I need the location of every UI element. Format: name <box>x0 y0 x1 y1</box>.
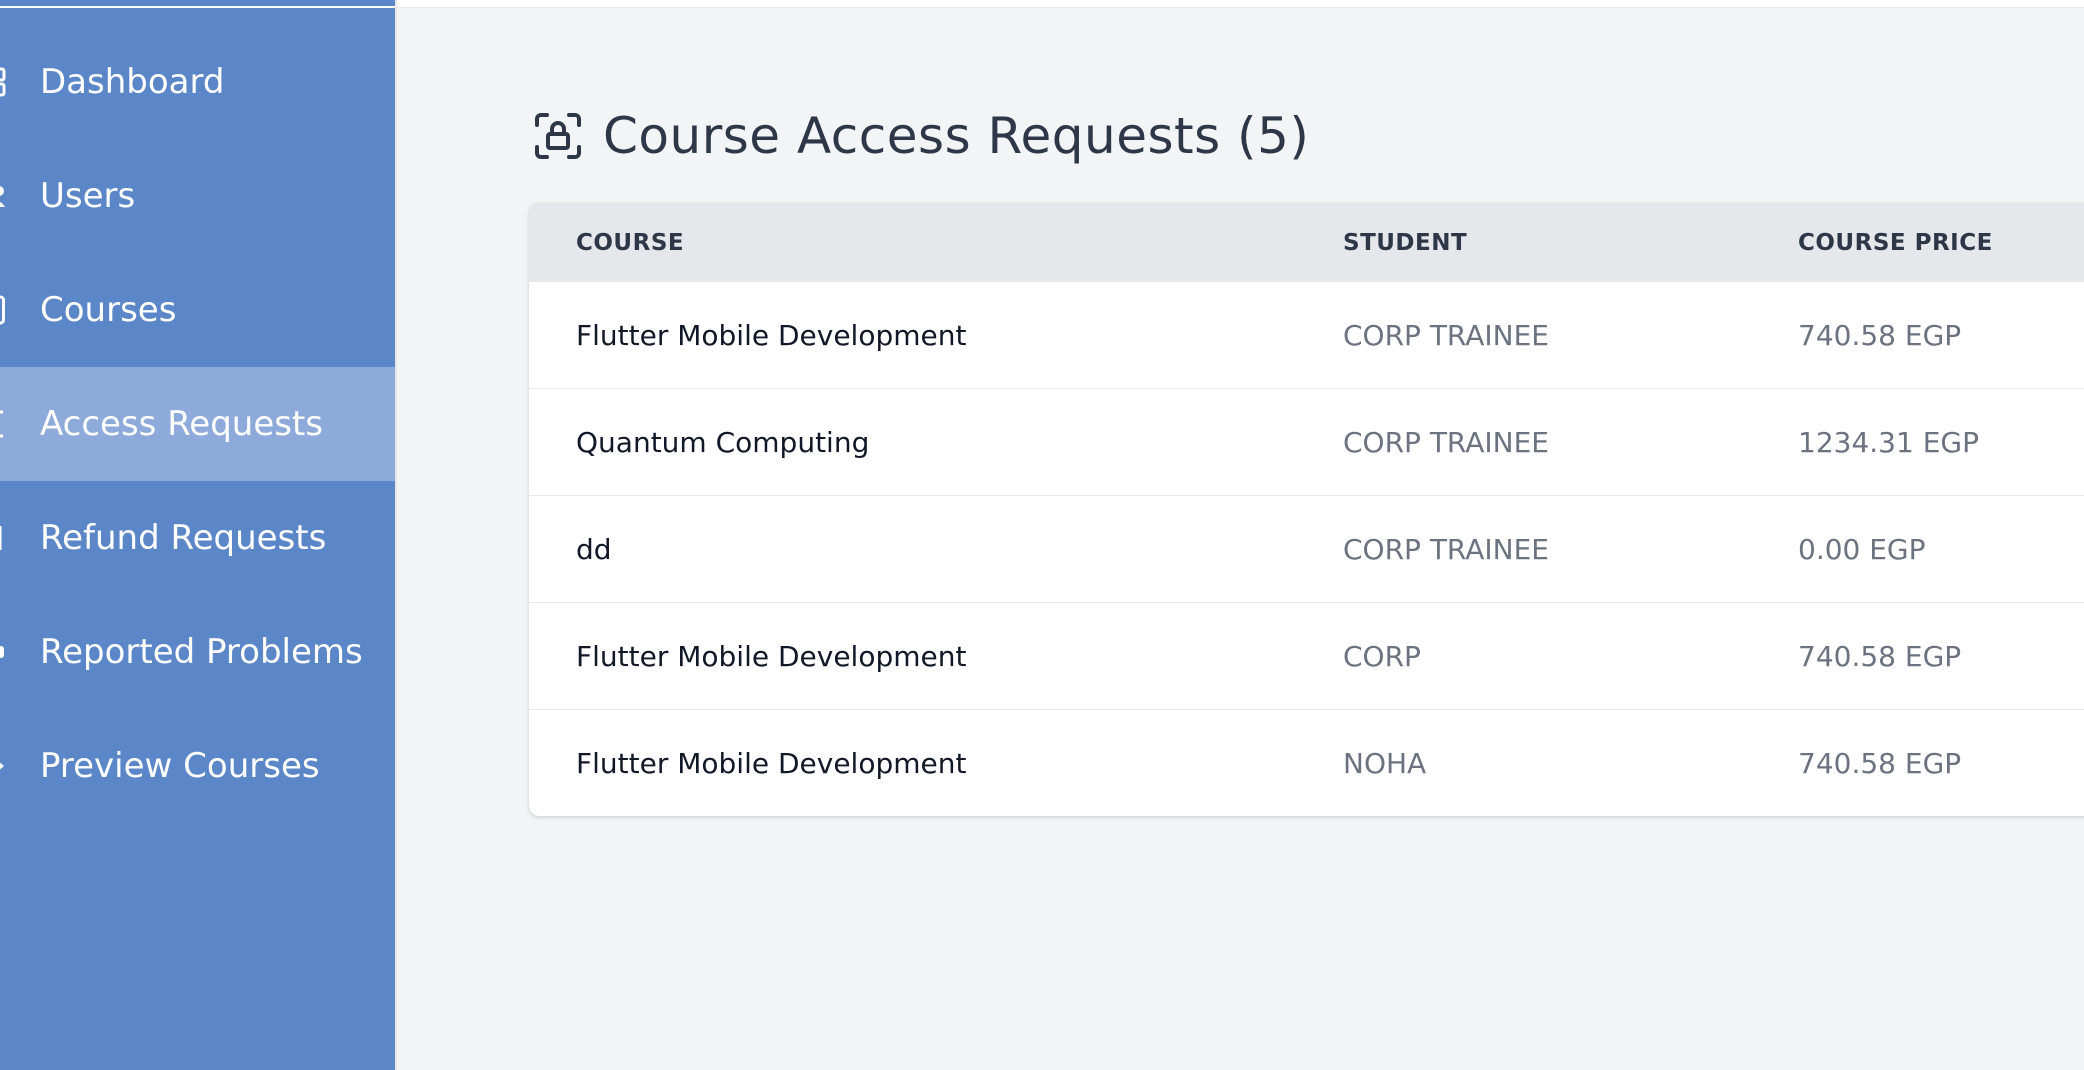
price-cell: 0.00 EGP <box>1798 532 1926 566</box>
course-cell: Flutter Mobile Development <box>576 318 967 352</box>
course-cell: Flutter Mobile Development <box>576 639 967 673</box>
sidebar-nav: Dashboard Users Courses Access Requests … <box>0 25 395 823</box>
preview-courses-icon <box>0 751 6 781</box>
sidebar-item-label: Dashboard <box>40 62 225 102</box>
table-row[interactable]: Flutter Mobile Development CORP 740.58 E… <box>529 602 2084 709</box>
reported-problems-icon <box>0 637 6 667</box>
main-content: Course Access Requests (5) COURSE STUDEN… <box>397 8 2084 1070</box>
refund-requests-icon <box>0 523 6 553</box>
sidebar-item-users[interactable]: Users <box>0 139 395 253</box>
table-body: Flutter Mobile Development CORP TRAINEE … <box>529 282 2084 816</box>
student-cell: CORP TRAINEE <box>1343 425 1549 459</box>
sidebar-item-preview-courses[interactable]: Preview Courses <box>0 709 395 823</box>
price-cell: 740.58 EGP <box>1798 639 1962 673</box>
price-cell: 740.58 EGP <box>1798 746 1962 780</box>
page-title: Course Access Requests (5) <box>603 107 1310 165</box>
sidebar-item-label: Access Requests <box>40 404 324 444</box>
sidebar-item-refund-requests[interactable]: Refund Requests <box>0 481 395 595</box>
access-requests-table: COURSE STUDENT COURSE PRICE Flutter Mobi… <box>529 203 2084 816</box>
table-header: COURSE STUDENT COURSE PRICE <box>529 203 2084 282</box>
course-cell: Quantum Computing <box>576 425 870 459</box>
student-cell: CORP <box>1343 639 1421 673</box>
table-row[interactable]: Flutter Mobile Development NOHA 740.58 E… <box>529 709 2084 816</box>
price-cell: 740.58 EGP <box>1798 318 1962 352</box>
access-requests-icon <box>0 409 6 439</box>
sidebar-item-label: Preview Courses <box>40 746 320 786</box>
price-cell: 1234.31 EGP <box>1798 425 1979 459</box>
table-row[interactable]: Flutter Mobile Development CORP TRAINEE … <box>529 282 2084 388</box>
users-icon <box>0 181 6 211</box>
column-header-course-price[interactable]: COURSE PRICE <box>1798 203 1993 282</box>
table-row[interactable]: dd CORP TRAINEE 0.00 EGP <box>529 495 2084 602</box>
sidebar-item-courses[interactable]: Courses <box>0 253 395 367</box>
column-header-course[interactable]: COURSE <box>576 203 684 282</box>
sidebar-item-label: Courses <box>40 290 177 330</box>
top-bar <box>397 0 2084 8</box>
sidebar-item-dashboard[interactable]: Dashboard <box>0 25 395 139</box>
student-cell: CORP TRAINEE <box>1343 532 1549 566</box>
column-header-student[interactable]: STUDENT <box>1343 203 1467 282</box>
dashboard-icon <box>0 67 6 97</box>
student-cell: NOHA <box>1343 746 1427 780</box>
sidebar-item-label: Reported Problems <box>40 632 363 672</box>
lock-scan-icon <box>533 111 583 161</box>
sidebar-item-label: Users <box>40 176 136 216</box>
sidebar-item-reported-problems[interactable]: Reported Problems <box>0 595 395 709</box>
table-row[interactable]: Quantum Computing CORP TRAINEE 1234.31 E… <box>529 388 2084 495</box>
page-header: Course Access Requests (5) <box>533 98 1309 174</box>
sidebar: Dashboard Users Courses Access Requests … <box>0 0 397 1070</box>
course-cell: Flutter Mobile Development <box>576 746 967 780</box>
student-cell: CORP TRAINEE <box>1343 318 1549 352</box>
sidebar-item-label: Refund Requests <box>40 518 327 558</box>
sidebar-item-access-requests[interactable]: Access Requests <box>0 367 395 481</box>
course-cell: dd <box>576 532 612 566</box>
sidebar-top-divider <box>0 0 395 8</box>
courses-icon <box>0 295 6 325</box>
